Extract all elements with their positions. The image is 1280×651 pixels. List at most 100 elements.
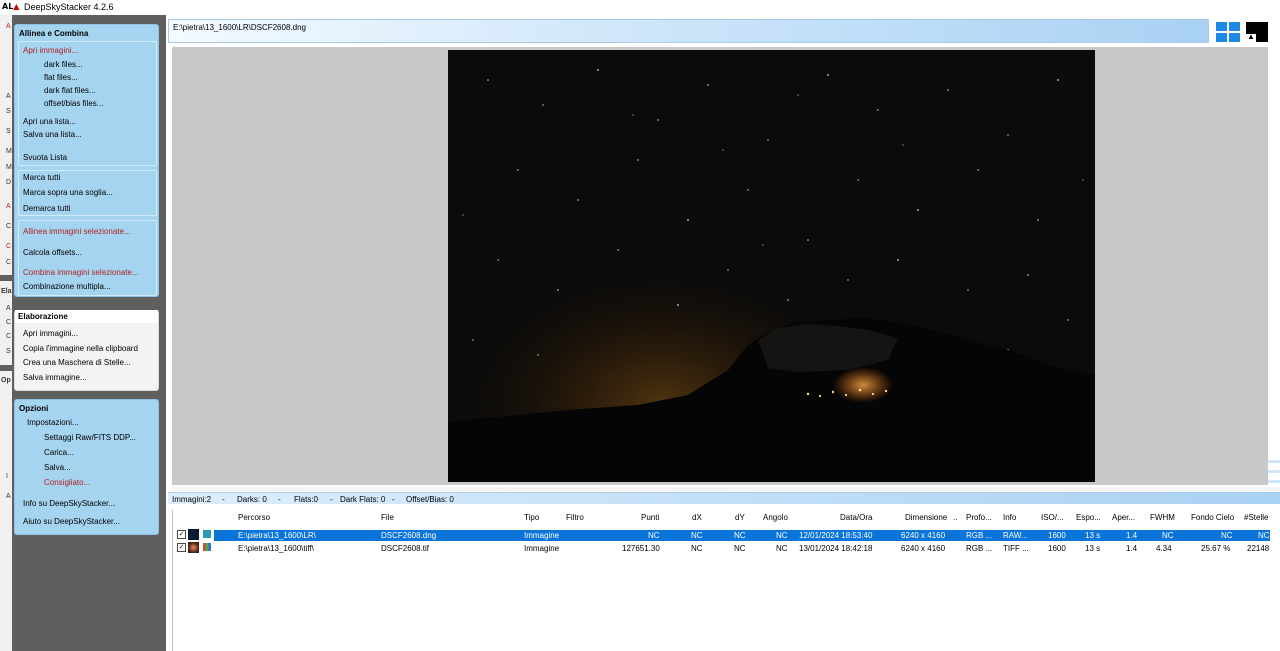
strip-letter: A [6, 23, 11, 30]
menu-load[interactable]: Carica... [44, 448, 74, 457]
strip-letter: A [6, 493, 11, 500]
strip-letter: M [6, 164, 12, 171]
row-checkbox[interactable]: ✓ [177, 530, 186, 539]
right-edge-marker [1268, 480, 1280, 483]
column-header[interactable]: dY [735, 513, 745, 522]
menu-check-above-threshold[interactable]: Marca sopra una soglia... [23, 188, 113, 197]
cell-info: RAW... [1003, 531, 1028, 540]
strip-letter: S [6, 348, 11, 355]
cell-stars: 22148 [1247, 544, 1270, 553]
column-header[interactable]: Aper... [1112, 513, 1135, 522]
window-title: DeepSkyStacker 4.2.6 [24, 2, 114, 12]
cell-fwhm: NC [1162, 531, 1174, 540]
menu-offset-bias-files[interactable]: offset/bias files... [44, 99, 103, 108]
menu-processing-open[interactable]: Apri immagini... [23, 329, 78, 338]
menu-help[interactable]: Aiuto su DeepSkyStacker... [23, 517, 120, 526]
column-header[interactable]: Percorso [238, 513, 270, 522]
raw-image-thumbnail [188, 529, 199, 540]
column-header[interactable]: ISO/... [1041, 513, 1064, 522]
image-path-bar: E:\pietra\13_1600\LR\DSCF2608.dng [168, 19, 1209, 43]
menu-save-image[interactable]: Salva immagine... [23, 373, 87, 382]
image-path: E:\pietra\13_1600\LR\DSCF2608.dng [173, 23, 306, 32]
menu-flat-files[interactable]: flat files... [44, 73, 78, 82]
column-header[interactable]: Tipo [524, 513, 539, 522]
strip-letter: C [6, 243, 12, 250]
menu-stack-selected[interactable]: Combina immagini selezionate... [23, 268, 139, 277]
column-header[interactable]: Punti [641, 513, 659, 522]
menu-dark-files[interactable]: dark files... [44, 60, 83, 69]
menu-copy-clipboard[interactable]: Copia l'immagine nella clipboard [23, 344, 138, 353]
strip-letter: M [6, 148, 12, 155]
right-edge-marker [1268, 460, 1280, 463]
menu-recommended[interactable]: Consigliato... [44, 478, 90, 487]
strip-letter: A [6, 203, 11, 210]
menu-clear-list[interactable]: Svuota Lista [23, 153, 67, 162]
strip-letter: C [6, 259, 12, 266]
menu-star-mask[interactable]: Crea una Maschera di Stelle... [23, 358, 131, 367]
windows-icon[interactable] [1216, 22, 1240, 42]
column-header[interactable]: #Stelle [1244, 513, 1268, 522]
menu-batch-stacking[interactable]: Combinazione multipla... [23, 282, 111, 291]
menu-settings[interactable]: Impostazioni... [27, 418, 79, 427]
column-header[interactable]: Profo... [966, 513, 992, 522]
column-header[interactable]: dX [692, 513, 702, 522]
menu-raw-fits-settings[interactable]: Settaggi Raw/FITS DDP... [44, 433, 136, 442]
column-header[interactable]: Espo... [1076, 513, 1101, 522]
cell-datetime: 13/01/2024 18:42:18 [799, 544, 873, 553]
menu-open-list[interactable]: Apri una lista... [23, 117, 76, 126]
app-icon: AL▲ [2, 2, 20, 11]
status-separator: - [278, 495, 281, 504]
display-mode-icon[interactable]: ▲ [1246, 22, 1268, 42]
strip-divider [0, 365, 12, 371]
column-header[interactable]: .. [953, 513, 957, 522]
strip-letter: D [6, 179, 12, 186]
column-header[interactable]: Fondo Cielo [1191, 513, 1234, 522]
column-header[interactable]: Data/Ora [840, 513, 872, 522]
menu-about[interactable]: Info su DeepSkyStacker... [23, 499, 115, 508]
splitter[interactable] [172, 487, 1280, 491]
cell-type: Immagine [524, 531, 560, 540]
strip-letter: Ela [1, 288, 12, 295]
cell-type: Immagine [524, 544, 560, 553]
column-header[interactable]: Angolo [763, 513, 788, 522]
strip-letter: C [6, 223, 12, 230]
rgb-badge-icon [203, 543, 211, 551]
column-header[interactable]: Filtro [566, 513, 584, 522]
menu-save-list[interactable]: Salva una lista... [23, 130, 82, 139]
strip-letter: S [6, 128, 11, 135]
cell-depth: RGB ... [966, 531, 993, 540]
tiff-image-thumbnail [188, 542, 199, 553]
cell-file: DSCF2608.dng [381, 531, 437, 540]
cell-file: DSCF2608.tif [381, 544, 430, 553]
cell-sky-background: 25.67 % [1201, 544, 1231, 553]
menu-uncheck-all[interactable]: Demarca tutti [23, 204, 71, 213]
panel-title: Opzioni [19, 404, 49, 413]
cell-sky-background: NC [1221, 531, 1233, 540]
cell-iso: 1600 [1048, 544, 1066, 553]
cell-dy: NC [734, 531, 746, 540]
column-header[interactable]: Info [1003, 513, 1016, 522]
cell-angle: NC [776, 544, 788, 553]
strip-letter: C [6, 333, 12, 340]
panel-title: Allinea e Combina [19, 29, 89, 38]
column-header[interactable]: File [381, 513, 394, 522]
cell-path: E:\pietra\13_1600\LR\ [238, 531, 316, 540]
right-edge-marker [1268, 470, 1280, 473]
status-offset-bias: Offset/Bias: 0 [406, 495, 454, 504]
cell-angle: NC [776, 531, 788, 540]
menu-compute-offsets[interactable]: Calcola offsets... [23, 248, 82, 257]
menu-save[interactable]: Salva... [44, 463, 71, 472]
column-header[interactable]: FWHM [1150, 513, 1175, 522]
menu-check-all[interactable]: Marca tutti [23, 173, 60, 182]
cell-points: 127651.30 [622, 544, 660, 553]
cell-depth: RGB ... [966, 544, 993, 553]
column-header[interactable]: Dimensione [905, 513, 947, 522]
cell-aperture: 1.4 [1126, 544, 1138, 553]
right-edge-area [1268, 44, 1280, 485]
menu-open-images[interactable]: Apri immagini... [23, 46, 78, 55]
strip-letter: A [6, 93, 11, 100]
title-bar: AL▲ DeepSkyStacker 4.2.6 [0, 0, 1280, 15]
menu-register-selected[interactable]: Allinea immagini selezionate... [23, 227, 131, 236]
row-checkbox[interactable]: ✓ [177, 543, 186, 552]
menu-dark-flat-files[interactable]: dark flat files... [44, 86, 96, 95]
